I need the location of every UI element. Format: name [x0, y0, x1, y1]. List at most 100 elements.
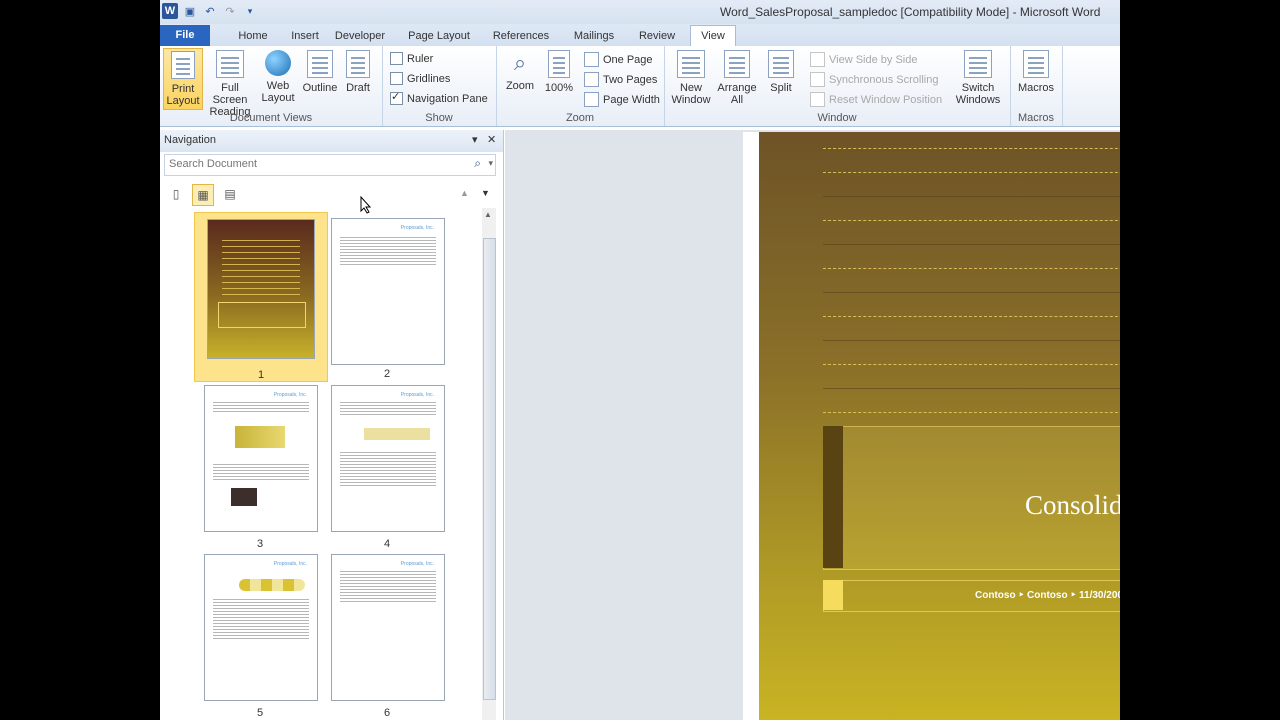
reset-window-position-button[interactable]: Reset Window Position [810, 92, 942, 107]
gridlines-checkbox[interactable]: Gridlines [390, 72, 450, 85]
tab-view[interactable]: View [690, 25, 736, 47]
macros-button[interactable]: Macros [1014, 48, 1058, 94]
split-button[interactable]: Split [760, 48, 802, 94]
synchronous-scrolling-button[interactable]: Synchronous Scrolling [810, 72, 938, 87]
draft-button[interactable]: Draft [340, 48, 376, 94]
page-number: 3 [256, 538, 264, 550]
tab-results[interactable]: ▤ [220, 184, 240, 204]
tab-home[interactable]: Home [228, 26, 278, 46]
macros-icon [1023, 50, 1049, 78]
pane-options-icon[interactable]: ▾ [472, 133, 478, 146]
one-page-button[interactable]: One Page [584, 52, 653, 67]
document-area: Consolid Contoso ‣ Contoso ‣ 11/30/2007 [505, 130, 1120, 720]
zoom-100-icon [548, 50, 570, 78]
group-document-views: Print Layout Full Screen Reading Web Lay… [160, 46, 383, 126]
page-preview [207, 219, 315, 359]
tab-pages[interactable]: ▦ [192, 184, 214, 206]
tab-file[interactable]: File [160, 25, 210, 46]
draft-icon [346, 50, 370, 78]
tab-review[interactable]: Review [632, 26, 682, 46]
title-band-accent [823, 426, 843, 568]
cover-title: Consolid [1025, 490, 1120, 520]
magnifier-icon: ⌕ [513, 50, 527, 75]
new-window-button[interactable]: New Window [668, 48, 714, 106]
navigation-pane-checkbox[interactable]: Navigation Pane [390, 90, 488, 105]
tab-insert[interactable]: Insert [280, 26, 330, 46]
navigation-pane-check-icon [390, 90, 403, 105]
group-show: Ruler Gridlines Navigation Pane Show [382, 46, 497, 126]
left-black-border [0, 0, 160, 720]
customize-icon[interactable]: ▾ [242, 3, 258, 19]
next-result-icon[interactable]: ▼ [481, 188, 490, 198]
close-icon[interactable]: ✕ [487, 133, 496, 146]
search-options-icon[interactable]: ▾ [488, 158, 493, 169]
navigation-title: Navigation [164, 134, 216, 146]
window-title: Word_SalesProposal_sampledoc [Compatibil… [720, 5, 1101, 19]
new-window-icon [677, 50, 705, 78]
cover-meta: Contoso ‣ Contoso ‣ 11/30/2007 [975, 590, 1120, 601]
thumbnail-page-6[interactable]: Proposals, Inc. 6 [322, 551, 452, 719]
print-layout-button[interactable]: Print Layout [163, 48, 203, 110]
thumbnail-page-1[interactable]: 1 [194, 212, 328, 382]
scrollbar-thumb[interactable] [483, 238, 496, 700]
page-preview: Proposals, Inc. [331, 554, 445, 701]
two-pages-button[interactable]: Two Pages [584, 72, 657, 87]
thumbnails-scrollbar[interactable]: ▲ [482, 208, 496, 720]
zoom-button[interactable]: ⌕ Zoom [502, 48, 538, 92]
group-label-window: Window [817, 112, 857, 124]
scroll-up-icon[interactable]: ▲ [484, 210, 492, 219]
thumbnail-page-4[interactable]: Proposals, Inc. 4 [322, 382, 452, 550]
full-screen-reading-icon [216, 50, 244, 78]
document-page[interactable]: Consolid Contoso ‣ Contoso ‣ 11/30/2007 [743, 132, 1120, 720]
tab-developer[interactable]: Developer [330, 26, 390, 46]
mouse-cursor-icon [360, 196, 372, 214]
group-window: New Window Arrange All Split View Side b… [664, 46, 1011, 126]
one-page-icon [584, 52, 599, 67]
switch-windows-button[interactable]: Switch Windows [950, 48, 1006, 106]
page-thumbnails: 1 Proposals, Inc. 2 Proposals, Inc. 3 Pr… [160, 208, 482, 720]
ruler-check-icon [390, 52, 403, 65]
ruler-checkbox[interactable]: Ruler [390, 52, 433, 65]
redo-icon[interactable]: ↷ [222, 3, 238, 19]
previous-result-icon[interactable]: ▲ [460, 188, 469, 198]
tab-headings[interactable]: ▯ [166, 184, 186, 204]
navigation-pane: Navigation ▾ ✕ ⌕ ▾ ▯ ▦ ▤ ▲ ▼ 1 [160, 130, 504, 720]
page-width-button[interactable]: Page Width [584, 92, 660, 107]
gridlines-check-icon [390, 72, 403, 85]
view-side-by-side-icon [810, 52, 825, 67]
split-icon [768, 50, 794, 78]
quick-access-toolbar: W ▣ ↶ ↷ ▾ [162, 3, 258, 19]
arrange-all-button[interactable]: Arrange All [714, 48, 760, 106]
view-side-by-side-button[interactable]: View Side by Side [810, 52, 917, 67]
search-input[interactable] [165, 155, 463, 173]
tab-mailings[interactable]: Mailings [564, 26, 624, 46]
ribbon: Print Layout Full Screen Reading Web Lay… [160, 46, 1120, 127]
web-layout-button[interactable]: Web Layout [258, 48, 298, 104]
page-preview: Proposals, Inc. [331, 385, 445, 532]
arrange-all-icon [724, 50, 750, 78]
save-icon[interactable]: ▣ [182, 3, 198, 19]
title-bar: W ▣ ↶ ↷ ▾ Word_SalesProposal_sampledoc [… [160, 0, 1120, 24]
word-icon[interactable]: W [162, 3, 178, 19]
undo-icon[interactable]: ↶ [202, 3, 218, 19]
navigation-tabs: ▯ ▦ ▤ [166, 184, 240, 206]
web-layout-icon [265, 50, 291, 76]
ribbon-tabs: File Home Insert Developer Page Layout R… [160, 24, 1120, 47]
page-preview: Proposals, Inc. [204, 385, 318, 532]
outline-button[interactable]: Outline [298, 48, 342, 94]
search-box: ⌕ ▾ [164, 154, 496, 176]
full-screen-reading-button[interactable]: Full Screen Reading [204, 48, 256, 118]
navigation-header: Navigation ▾ ✕ [160, 130, 503, 152]
thumbnail-page-3[interactable]: Proposals, Inc. 3 [195, 382, 325, 550]
search-icon[interactable]: ⌕ [474, 156, 481, 171]
group-macros: Macros Macros [1010, 46, 1063, 126]
tab-references[interactable]: References [486, 26, 556, 46]
thumbnail-page-2[interactable]: Proposals, Inc. 2 [322, 212, 452, 380]
group-label-zoom: Zoom [565, 112, 595, 124]
print-layout-icon [171, 51, 195, 79]
zoom-100-button[interactable]: 100% [540, 48, 578, 94]
meta-band-accent [823, 580, 843, 610]
tab-page-layout[interactable]: Page Layout [404, 26, 474, 46]
thumbnail-page-5[interactable]: Proposals, Inc. 5 [195, 551, 325, 719]
page-number: 1 [257, 369, 265, 381]
